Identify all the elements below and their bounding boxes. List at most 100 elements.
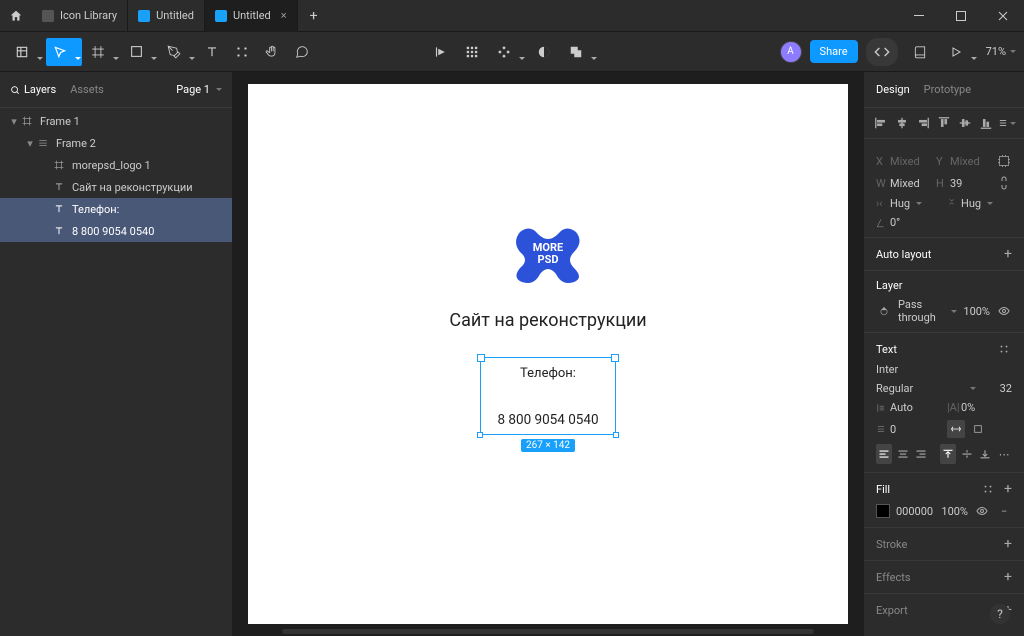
fill-styles-icon[interactable] bbox=[980, 481, 996, 497]
align-left-icon[interactable] bbox=[872, 114, 889, 132]
comment-tool[interactable] bbox=[288, 38, 316, 66]
align-top-icon[interactable] bbox=[935, 114, 952, 132]
maximize-button[interactable] bbox=[940, 0, 982, 32]
help-button[interactable]: ? bbox=[990, 604, 1010, 624]
resources-tool[interactable] bbox=[228, 38, 256, 66]
font-size[interactable]: 32 bbox=[982, 382, 1012, 395]
align-bottom-icon[interactable] bbox=[977, 114, 994, 132]
selection-box[interactable]: Телефон: 8 800 9054 0540 bbox=[480, 357, 616, 435]
paragraph-spacing[interactable]: 0 bbox=[890, 423, 896, 436]
hug-h[interactable]: Hug bbox=[890, 197, 910, 210]
library-button[interactable] bbox=[906, 38, 934, 66]
align-hcenter-icon[interactable] bbox=[893, 114, 910, 132]
x-value[interactable]: Mixed bbox=[890, 155, 920, 168]
home-button[interactable] bbox=[0, 0, 32, 32]
close-window-button[interactable] bbox=[982, 0, 1024, 32]
text-valign-middle-icon[interactable] bbox=[959, 444, 975, 464]
auto-width-icon[interactable] bbox=[947, 420, 965, 438]
page-selector[interactable]: Page 1 bbox=[176, 83, 222, 96]
file-tab-active[interactable]: Untitled × bbox=[205, 0, 298, 32]
letter-spacing[interactable]: 0% bbox=[961, 401, 975, 414]
text-more-icon[interactable]: ⋯ bbox=[996, 444, 1012, 464]
present-button[interactable] bbox=[942, 38, 978, 66]
font-weight[interactable]: Regular bbox=[876, 382, 962, 395]
artboard[interactable]: MOREPSD Сайт на реконструкции Телефон: 8… bbox=[248, 84, 848, 624]
expand-toggle-icon[interactable]: ▾ bbox=[8, 115, 20, 128]
close-tab-icon[interactable]: × bbox=[281, 9, 287, 22]
blend-mode-icon[interactable] bbox=[876, 303, 892, 319]
text-valign-bottom-icon[interactable] bbox=[977, 444, 993, 464]
blend-mode-value[interactable]: Pass through bbox=[898, 298, 943, 324]
layers-tree: ▾ Frame 1 ▾Frame 2morepsd_logo 1Сайт на ре… bbox=[0, 108, 232, 636]
prototype-tab[interactable]: Prototype bbox=[924, 83, 971, 96]
shape-tool[interactable] bbox=[122, 38, 158, 66]
layer-label: 8 800 9054 0540 bbox=[72, 225, 154, 238]
layer-row[interactable]: ▾Frame 2 bbox=[0, 132, 232, 154]
zoom-value: 71% bbox=[986, 45, 1006, 58]
text-align-right-icon[interactable] bbox=[914, 444, 930, 464]
new-tab-button[interactable]: + bbox=[298, 8, 330, 24]
component-tool[interactable] bbox=[490, 38, 526, 66]
align-to-pixel-icon[interactable] bbox=[996, 153, 1012, 169]
expand-toggle-icon[interactable]: ▾ bbox=[24, 137, 36, 150]
stroke-section: Stroke+ bbox=[864, 528, 1024, 561]
remove-fill-icon[interactable]: − bbox=[996, 503, 1012, 519]
hug-v[interactable]: Hug bbox=[961, 197, 981, 210]
canvas[interactable]: MOREPSD Сайт на реконструкции Телефон: 8… bbox=[232, 72, 864, 636]
design-tab[interactable]: Design bbox=[876, 83, 910, 96]
fill-swatch[interactable] bbox=[876, 504, 890, 518]
add-effect-icon[interactable]: + bbox=[1004, 569, 1012, 585]
add-stroke-icon[interactable]: + bbox=[1004, 536, 1012, 552]
hand-tool[interactable] bbox=[258, 38, 286, 66]
text-align-left-icon[interactable] bbox=[876, 444, 892, 464]
auto-layout-section: Auto layout+ bbox=[864, 238, 1024, 271]
add-fill-icon[interactable]: + bbox=[1004, 481, 1012, 497]
text-tool[interactable] bbox=[198, 38, 226, 66]
move-tool[interactable] bbox=[46, 38, 82, 66]
user-avatar[interactable]: A bbox=[780, 41, 802, 63]
fill-opacity[interactable]: 100% bbox=[941, 505, 968, 518]
h-value[interactable]: 39 bbox=[950, 177, 962, 190]
share-button[interactable]: Share bbox=[810, 40, 858, 63]
horizontal-scrollbar[interactable] bbox=[282, 629, 814, 634]
layer-opacity[interactable]: 100% bbox=[963, 305, 990, 318]
add-autolayout-icon[interactable]: + bbox=[1004, 246, 1012, 262]
file-tab[interactable]: Untitled bbox=[128, 0, 205, 32]
align-more-icon[interactable] bbox=[998, 114, 1016, 132]
dev-mode-button[interactable] bbox=[866, 38, 898, 66]
layer-row[interactable]: Телефон: bbox=[0, 198, 232, 220]
file-icon bbox=[42, 10, 54, 22]
layers-tab[interactable]: Layers bbox=[10, 83, 56, 96]
mask-tool[interactable] bbox=[530, 38, 558, 66]
align-vcenter-icon[interactable] bbox=[956, 114, 973, 132]
align-text-tool[interactable] bbox=[426, 38, 454, 66]
boolean-tool[interactable] bbox=[562, 38, 598, 66]
layer-row[interactable]: 8 800 9054 0540 bbox=[0, 220, 232, 242]
layer-row[interactable]: ▾ Frame 1 bbox=[0, 110, 232, 132]
constrain-proportions-icon[interactable] bbox=[996, 175, 1012, 191]
auto-height-icon[interactable] bbox=[969, 420, 987, 438]
layout-grid-tool[interactable] bbox=[458, 38, 486, 66]
fill-visibility-icon[interactable] bbox=[974, 503, 990, 519]
main-menu-button[interactable] bbox=[8, 38, 44, 66]
align-right-icon[interactable] bbox=[914, 114, 931, 132]
assets-tab[interactable]: Assets bbox=[70, 83, 104, 96]
frame-tool[interactable] bbox=[84, 38, 120, 66]
line-height[interactable]: Auto bbox=[890, 401, 913, 414]
y-value[interactable]: Mixed bbox=[950, 155, 980, 168]
fill-hex[interactable]: 000000 bbox=[896, 505, 935, 518]
text-valign-top-icon[interactable] bbox=[940, 444, 956, 464]
visibility-icon[interactable] bbox=[996, 303, 1012, 319]
text-align-center-icon[interactable] bbox=[895, 444, 911, 464]
rotation-value[interactable]: 0° bbox=[890, 216, 900, 229]
layer-label: Frame 1 bbox=[40, 115, 80, 128]
layer-row[interactable]: Сайт на реконструкции bbox=[0, 176, 232, 198]
zoom-control[interactable]: 71% bbox=[986, 45, 1016, 58]
file-tab[interactable]: Icon Library bbox=[32, 0, 128, 32]
font-family[interactable]: Inter bbox=[876, 363, 1012, 376]
w-value[interactable]: Mixed bbox=[890, 177, 920, 190]
text-styles-icon[interactable] bbox=[996, 341, 1012, 357]
minimize-button[interactable] bbox=[898, 0, 940, 32]
pen-tool[interactable] bbox=[160, 38, 196, 66]
layer-row[interactable]: morepsd_logo 1 bbox=[0, 154, 232, 176]
